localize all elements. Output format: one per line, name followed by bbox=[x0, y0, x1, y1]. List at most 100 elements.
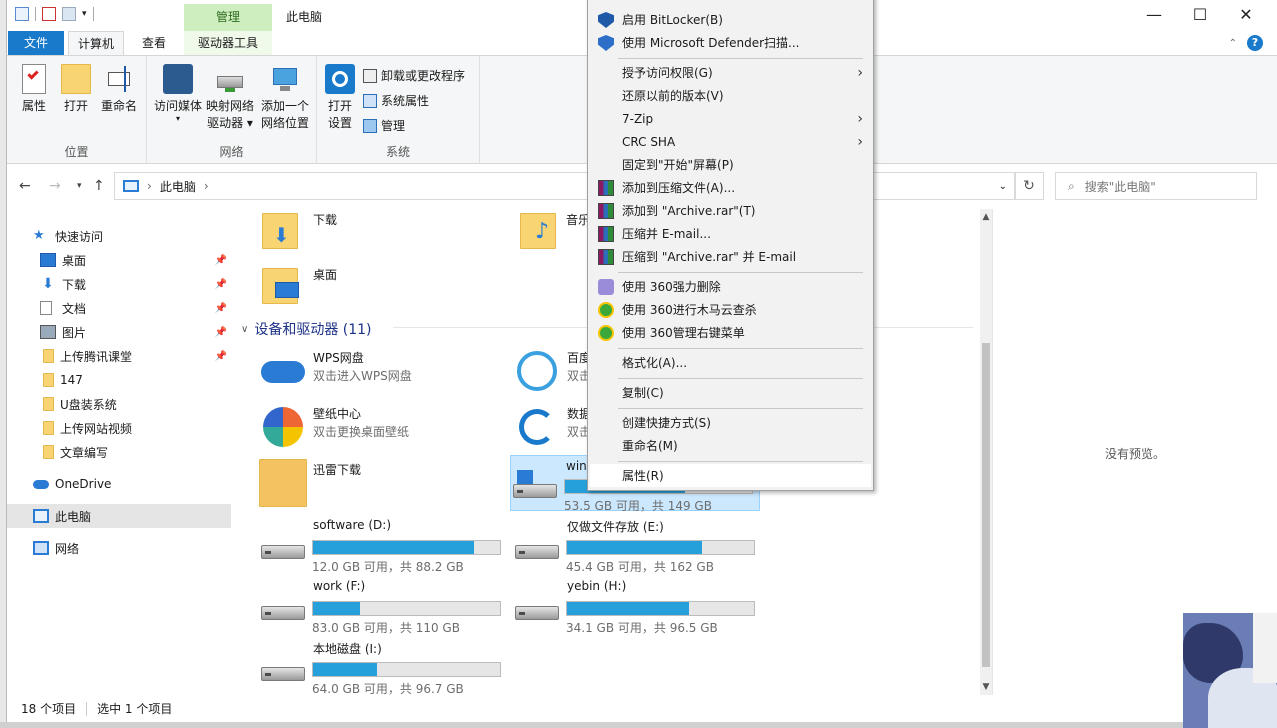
nav-item-folder[interactable]: U盘装系统 bbox=[7, 392, 231, 416]
menu-crc-sha[interactable]: CRC SHA › bbox=[590, 130, 871, 153]
uninstall-programs-button[interactable]: 卸载或更改程序 bbox=[363, 66, 465, 86]
pc-icon[interactable] bbox=[15, 7, 29, 21]
new-folder-icon[interactable] bbox=[62, 7, 76, 21]
tab-view[interactable]: 查看 bbox=[129, 31, 179, 55]
nav-item-pictures[interactable]: 图片 📌 bbox=[7, 320, 231, 344]
forward-arrow-icon[interactable]: → bbox=[49, 178, 61, 194]
recent-locations-chevron-icon[interactable]: ▾ bbox=[77, 181, 82, 191]
menu-compress-email[interactable]: 压缩并 E-mail... bbox=[590, 222, 871, 245]
menu-add-archive[interactable]: 添加到压缩文件(A)... bbox=[590, 176, 871, 199]
nav-item-documents[interactable]: 文档 📌 bbox=[7, 296, 231, 320]
menu-rename[interactable]: 重命名(M) bbox=[590, 434, 871, 457]
up-arrow-icon[interactable]: ↑ bbox=[93, 178, 105, 194]
collapse-ribbon-icon[interactable]: ⌃ bbox=[1229, 38, 1237, 49]
address-dropdown-icon[interactable]: ⌄ bbox=[999, 181, 1007, 192]
tab-computer[interactable]: 计算机 bbox=[68, 31, 124, 55]
menu-restore-versions[interactable]: 还原以前的版本(V) bbox=[590, 84, 871, 107]
map-network-drive-button[interactable]: 映射网络 驱动器 ▾ bbox=[205, 64, 255, 132]
tab-drive-tools[interactable]: 驱动器工具 bbox=[184, 31, 272, 55]
manage-button[interactable]: 管理 bbox=[363, 116, 405, 136]
nav-quick-access[interactable]: ★ 快速访问 bbox=[7, 224, 231, 248]
manage-icon bbox=[363, 119, 377, 133]
pin-icon[interactable]: 📌 bbox=[215, 327, 227, 338]
open-button[interactable]: 打开 bbox=[61, 64, 91, 115]
hard-drive-icon bbox=[515, 539, 559, 561]
menu-360-manage-menu[interactable]: 使用 360管理右键菜单 bbox=[590, 321, 871, 344]
drive-i[interactable]: 本地磁盘 (I:) 64.0 GB 可用，共 96.7 GB bbox=[259, 639, 509, 695]
address-bar[interactable]: › 此电脑 › ⌄ bbox=[114, 172, 1016, 200]
menu-format[interactable]: 格式化(A)... bbox=[590, 351, 871, 374]
refresh-button[interactable]: ↻ bbox=[1014, 172, 1044, 200]
pin-icon[interactable]: 📌 bbox=[215, 303, 227, 314]
drive-e[interactable]: 仅做文件存放 (E:) 45.4 GB 可用，共 162 GB bbox=[513, 517, 763, 574]
menu-360-trojan-scan[interactable]: 使用 360进行木马云查杀 bbox=[590, 298, 871, 321]
folder-music[interactable]: ♪ 音乐 bbox=[517, 209, 590, 257]
menu-bitlocker[interactable]: 启用 BitLocker(B) bbox=[590, 8, 871, 31]
nav-item-downloads[interactable]: ⬇ 下载 📌 bbox=[7, 272, 231, 296]
menu-360-force-delete[interactable]: 使用 360强力删除 bbox=[590, 275, 871, 298]
rename-button[interactable]: 重命名 bbox=[97, 64, 141, 115]
menu-compress-rar-email[interactable]: 压缩到 "Archive.rar" 并 E-mail bbox=[590, 245, 871, 268]
pin-icon[interactable]: 📌 bbox=[215, 279, 227, 290]
nav-item-folder[interactable]: 147 bbox=[7, 368, 231, 392]
menu-properties[interactable]: 属性(R) bbox=[590, 464, 871, 487]
data-recovery-icon bbox=[513, 403, 563, 453]
nav-item-folder[interactable]: 上传网站视频 bbox=[7, 416, 231, 440]
menu-add-archive-rar[interactable]: 添加到 "Archive.rar"(T) bbox=[590, 199, 871, 222]
app-xunlei[interactable]: 迅雷下载 bbox=[259, 459, 499, 509]
menu-7zip[interactable]: 7-Zip › bbox=[590, 107, 871, 130]
nav-item-desktop[interactable]: 桌面 📌 bbox=[7, 248, 231, 272]
system-properties-button[interactable]: 系统属性 bbox=[363, 91, 429, 111]
close-button[interactable]: ✕ bbox=[1223, 0, 1269, 31]
drive-d[interactable]: software (D:) 12.0 GB 可用，共 88.2 GB bbox=[259, 517, 509, 574]
folder-icon bbox=[43, 421, 54, 435]
menu-create-shortcut[interactable]: 创建快捷方式(S) bbox=[590, 411, 871, 434]
help-icon[interactable]: ? bbox=[1247, 35, 1263, 51]
menu-pin-start[interactable]: 固定到"开始"屏幕(P) bbox=[590, 153, 871, 176]
menu-defender-scan[interactable]: 使用 Microsoft Defender扫描... bbox=[590, 31, 871, 54]
submenu-arrow-icon: › bbox=[857, 133, 863, 150]
network-drive-icon bbox=[215, 64, 245, 94]
back-arrow-icon[interactable]: ← bbox=[19, 178, 31, 194]
nav-onedrive[interactable]: OneDrive bbox=[7, 472, 231, 496]
group-label-network: 网络 bbox=[219, 145, 244, 159]
drive-f[interactable]: work (F:) 83.0 GB 可用，共 110 GB bbox=[259, 578, 509, 635]
access-media-button[interactable]: 访问媒体 ▾ bbox=[152, 64, 204, 123]
star-icon: ★ bbox=[33, 228, 45, 243]
pin-icon[interactable]: 📌 bbox=[215, 351, 227, 362]
defender-shield-icon bbox=[598, 35, 614, 51]
maximize-button[interactable]: ☐ bbox=[1177, 0, 1223, 31]
scrollbar-thumb[interactable] bbox=[982, 343, 990, 667]
search-input[interactable]: ⌕ 搜索"此电脑" bbox=[1055, 172, 1257, 200]
app-data-recovery[interactable]: 数据 双击 bbox=[513, 403, 591, 453]
nav-item-folder[interactable]: 上传腾讯课堂 📌 bbox=[7, 344, 231, 368]
folder-downloads[interactable]: ⬇ 下载 bbox=[259, 209, 499, 257]
menu-copy[interactable]: 复制(C) bbox=[590, 381, 871, 404]
vertical-scrollbar[interactable]: ▲ ▼ bbox=[980, 209, 992, 695]
scroll-up-icon[interactable]: ▲ bbox=[980, 212, 992, 222]
open-settings-button[interactable]: 打开 设置 bbox=[323, 64, 357, 132]
app-wps-cloud[interactable]: WPS网盘 双击进入WPS网盘 bbox=[259, 347, 499, 395]
chevron-down-icon: ∨ bbox=[241, 323, 249, 335]
nav-network[interactable]: 网络 bbox=[7, 536, 231, 560]
folder-desktop[interactable]: 桌面 bbox=[259, 264, 499, 312]
section-devices-and-drives[interactable]: ∨ 设备和驱动器 (11) bbox=[241, 319, 372, 339]
tab-file[interactable]: 文件 bbox=[8, 31, 64, 55]
menu-grant-access[interactable]: 授予访问权限(G) › bbox=[590, 61, 871, 84]
add-network-location-button[interactable]: 添加一个 网络位置 bbox=[257, 64, 313, 132]
scroll-down-icon[interactable]: ▼ bbox=[980, 682, 992, 692]
breadcrumb-this-pc[interactable]: 此电脑 bbox=[160, 178, 196, 195]
properties-check-icon[interactable] bbox=[42, 7, 56, 21]
app-baidu[interactable]: 百度 双击 bbox=[513, 347, 591, 395]
nav-this-pc[interactable]: 此电脑 bbox=[7, 504, 231, 528]
app-wallpaper-center[interactable]: 壁纸中心 双击更换桌面壁纸 bbox=[259, 403, 499, 451]
hard-drive-icon bbox=[261, 600, 305, 622]
drive-h[interactable]: yebin (H:) 34.1 GB 可用，共 96.5 GB bbox=[513, 578, 763, 635]
minimize-button[interactable]: — bbox=[1131, 0, 1177, 31]
nav-item-folder[interactable]: 文章编写 bbox=[7, 440, 231, 464]
pin-icon[interactable]: 📌 bbox=[215, 255, 227, 266]
hard-drive-icon bbox=[261, 661, 305, 683]
this-pc-icon bbox=[123, 180, 139, 192]
properties-button[interactable]: 属性 bbox=[17, 64, 51, 115]
qat-dropdown-icon[interactable]: ▾ bbox=[82, 9, 87, 19]
